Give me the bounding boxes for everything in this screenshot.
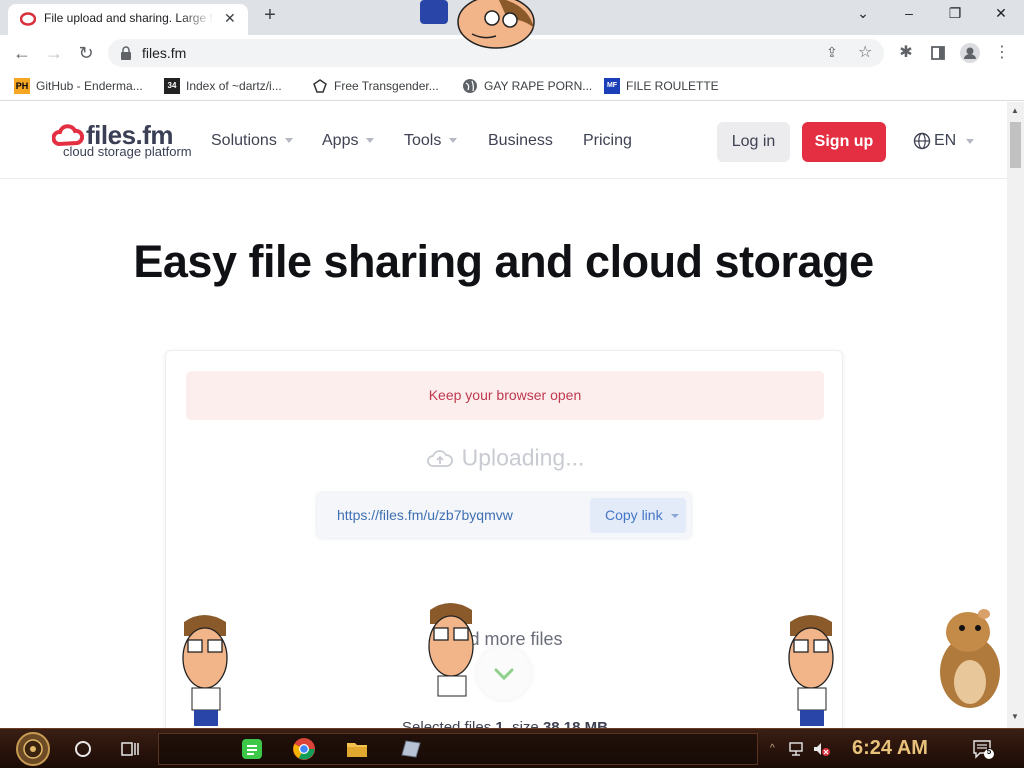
file-explorer-icon[interactable] — [345, 737, 369, 761]
scroll-up-arrow-icon[interactable]: ▲ — [1011, 106, 1019, 115]
nav-pricing[interactable]: Pricing — [583, 132, 632, 150]
new-tab-button[interactable]: + — [260, 4, 280, 27]
share-link-box: https://files.fm/u/zb7byqmvw Copy link — [317, 493, 691, 538]
files-fm-favicon — [20, 12, 36, 26]
back-arrow-icon[interactable]: ← — [10, 41, 34, 65]
volume-muted-icon[interactable] — [812, 741, 830, 757]
language-code: EN — [934, 132, 957, 149]
upload-card: Keep your browser open Uploading... http… — [165, 350, 843, 728]
webpage: files.fm cloud storage platform Solution… — [0, 102, 1007, 728]
side-panel-icon[interactable] — [928, 43, 948, 63]
notes-app-icon[interactable] — [240, 737, 264, 761]
chevron-down-icon — [284, 138, 293, 144]
globe-icon — [462, 78, 478, 94]
task-view-icon[interactable] — [120, 739, 140, 759]
restore-button[interactable]: ❐ — [940, 5, 970, 27]
start-button-icon[interactable] — [12, 731, 54, 767]
search-circle-icon[interactable] — [75, 741, 91, 757]
bookmark-favicon-icon — [312, 78, 328, 94]
chrome-menu-icon[interactable]: ⋮ — [992, 43, 1012, 63]
hero-title: Easy file sharing and cloud storage — [133, 236, 874, 287]
address-url: files.fm — [142, 45, 187, 61]
chevron-down-icon — [494, 668, 514, 681]
bookmark-item[interactable]: PH GitHub - Enderma... — [14, 78, 143, 94]
chevron-up-icon[interactable]: ^ — [770, 743, 775, 754]
bookmark-favicon-icon: MF — [604, 78, 620, 94]
taskbar-clock[interactable]: 6:24 AM — [852, 737, 928, 760]
chevron-down-icon — [366, 138, 375, 144]
files-fm-logo[interactable]: files.fm cloud storage platform — [52, 120, 192, 164]
selected-files-summary: Selected files 1, size 38.18 MB — [402, 719, 608, 728]
bookmark-item[interactable]: Free Transgender... — [312, 78, 439, 94]
notification-center-icon[interactable]: 5 — [972, 739, 994, 759]
close-window-button[interactable]: ✕ — [986, 5, 1016, 27]
share-url[interactable]: https://files.fm/u/zb7byqmvw — [337, 507, 513, 523]
signup-button[interactable]: Sign up — [802, 122, 886, 162]
notification-count-badge: 5 — [986, 747, 992, 756]
cartoon-character-sticker — [428, 603, 474, 697]
bookmark-item[interactable]: MF FILE ROULETTE — [604, 78, 719, 94]
scroll-down-arrow-icon[interactable]: ▼ — [1011, 712, 1019, 721]
bookmark-favicon-icon: PH — [14, 78, 30, 94]
browser-tab-active[interactable]: File upload and sharing. Large f ✕ — [8, 4, 248, 35]
share-icon[interactable]: ⇪ — [826, 44, 838, 61]
copy-link-button[interactable]: Copy link — [590, 498, 686, 533]
bookmark-item[interactable]: GAY RAPE PORN... — [462, 78, 592, 94]
hamster-sticker — [940, 609, 1000, 708]
scrollbar-thumb[interactable] — [1010, 122, 1021, 168]
bookmark-item[interactable]: 34 Index of ~dartz/i... — [164, 78, 282, 94]
bookmarks-bar: PH GitHub - Enderma... 34 Index of ~dartz/… — [0, 71, 1024, 101]
minimize-button[interactable]: – — [894, 5, 924, 27]
chevron-down-icon — [449, 138, 458, 144]
tab-title: File upload and sharing. Large f — [44, 11, 213, 25]
expand-button[interactable] — [477, 646, 531, 700]
language-selector[interactable]: EN — [913, 132, 975, 150]
logo-tagline: cloud storage platform — [63, 144, 192, 159]
chevron-down-icon — [966, 138, 975, 144]
site-header: files.fm cloud storage platform Solution… — [0, 102, 1007, 179]
chrome-app-icon[interactable] — [292, 737, 316, 761]
forward-arrow-icon[interactable]: → — [42, 41, 66, 65]
nav-apps[interactable]: Apps — [322, 132, 375, 150]
keep-open-alert: Keep your browser open — [186, 371, 824, 420]
close-tab-icon[interactable]: ✕ — [224, 10, 236, 27]
globe-icon — [913, 132, 931, 150]
lock-icon — [121, 46, 131, 60]
reload-icon[interactable]: ↻ — [74, 41, 98, 65]
cartoon-character-sticker — [788, 615, 834, 726]
windows-taskbar: ^ 6:24 AM 5 — [0, 728, 1024, 768]
chevron-down-icon — [670, 514, 679, 519]
tab-search-icon[interactable]: ⌄ — [848, 5, 878, 27]
bookmark-favicon-icon: 34 — [164, 78, 180, 94]
bookmark-star-icon[interactable]: ☆ — [858, 42, 872, 62]
cartoon-character-sticker — [420, 0, 535, 49]
login-button[interactable]: Log in — [717, 122, 790, 162]
page-scrollbar[interactable]: ▲ ▼ — [1007, 102, 1024, 728]
cartoon-character-sticker — [182, 615, 228, 726]
upload-status: Uploading... — [166, 443, 844, 471]
nav-tools[interactable]: Tools — [404, 132, 458, 150]
nav-business[interactable]: Business — [488, 132, 553, 150]
cloud-upload-icon — [426, 450, 453, 467]
network-icon[interactable] — [788, 741, 806, 757]
profile-avatar-icon[interactable] — [960, 43, 980, 63]
app-window-icon[interactable] — [398, 737, 422, 761]
extensions-puzzle-icon[interactable]: ✱ — [896, 43, 916, 63]
nav-solutions[interactable]: Solutions — [211, 132, 293, 150]
